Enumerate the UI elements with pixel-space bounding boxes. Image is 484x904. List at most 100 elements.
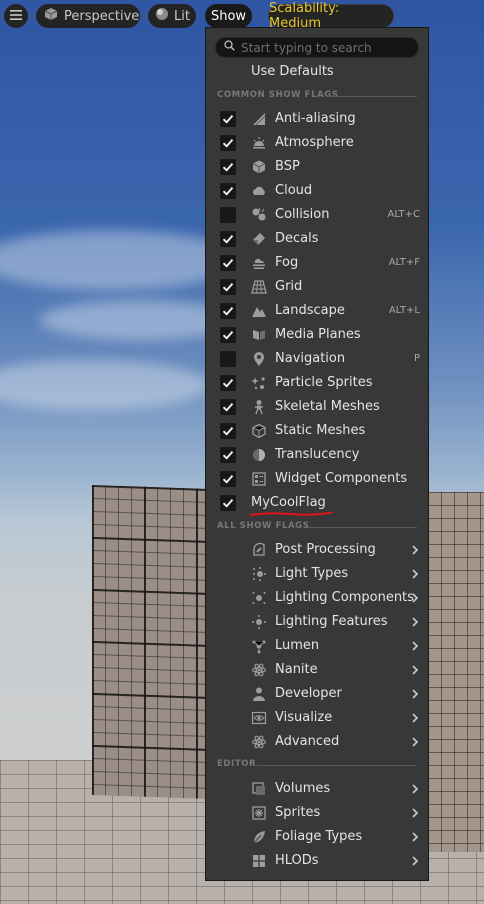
submenu-item-lighting-components[interactable]: Lighting Components <box>206 586 428 610</box>
shortcut-label: ALT+F <box>388 257 420 268</box>
section-editor: EDITOR <box>217 759 417 771</box>
collision-icon <box>251 207 267 223</box>
section-divider <box>307 527 417 528</box>
flag-label: Collision <box>275 207 330 222</box>
sky-cloud <box>0 230 240 290</box>
checkbox-mycoolflag[interactable] <box>220 495 236 511</box>
show-flags-menu: Start typing to search Use Defaults COMM… <box>205 27 429 881</box>
flag-item-particle-sprites[interactable]: Particle Sprites <box>206 371 428 395</box>
chevron-right-icon <box>410 543 420 557</box>
flag-item-translucency[interactable]: Translucency <box>206 443 428 467</box>
fog-icon <box>251 255 267 271</box>
section-label: COMMON SHOW FLAGS <box>217 90 339 100</box>
checkbox-skeletal-meshes[interactable] <box>220 399 236 415</box>
navigation-icon <box>251 351 267 367</box>
shortcut-label: P <box>413 353 420 364</box>
shortcut-label: ALT+L <box>388 305 420 316</box>
flag-item-navigation[interactable]: Navigation P <box>206 347 428 371</box>
flag-label: MyCoolFlag <box>251 495 326 510</box>
visualize-icon <box>251 710 267 726</box>
flag-label: Widget Components <box>275 471 408 486</box>
submenu-label: Visualize <box>275 710 333 725</box>
submenu-label: Foliage Types <box>275 829 363 844</box>
checkbox-fog[interactable] <box>220 255 236 271</box>
translucency-icon <box>251 447 267 463</box>
decals-icon <box>251 231 267 247</box>
checkbox-atmosphere[interactable] <box>220 135 236 151</box>
checkbox-landscape[interactable] <box>220 303 236 319</box>
flag-item-fog[interactable]: Fog ALT+F <box>206 251 428 275</box>
show-label: Show <box>210 8 247 24</box>
submenu-label: Lighting Features <box>275 614 388 629</box>
show-button[interactable]: Show <box>205 4 252 28</box>
chevron-right-icon <box>410 663 420 677</box>
checkbox-bsp[interactable] <box>220 159 236 175</box>
use-defaults-label: Use Defaults <box>251 64 334 79</box>
submenu-item-lighting-features[interactable]: Lighting Features <box>206 610 428 634</box>
post-processing-icon <box>251 542 267 558</box>
submenu-item-hlods[interactable]: HLODs <box>206 849 428 873</box>
grid-icon <box>251 279 267 295</box>
checkbox-cloud[interactable] <box>220 183 236 199</box>
lumen-icon <box>251 638 267 654</box>
flag-item-grid[interactable]: Grid <box>206 275 428 299</box>
flag-item-mycoolflag[interactable]: MyCoolFlag <box>206 491 428 516</box>
flag-item-collision[interactable]: Collision ALT+C <box>206 203 428 227</box>
chevron-right-icon <box>410 591 420 605</box>
search-box[interactable]: Start typing to search <box>215 37 419 58</box>
checkbox-translucency[interactable] <box>220 447 236 463</box>
submenu-label: Developer <box>275 686 342 701</box>
flag-item-landscape[interactable]: Landscape ALT+L <box>206 299 428 323</box>
checkbox-decals[interactable] <box>220 231 236 247</box>
flag-item-skeletal-meshes[interactable]: Skeletal Meshes <box>206 395 428 419</box>
scalability-button[interactable]: Scalability: Medium <box>268 1 394 31</box>
flag-item-bsp[interactable]: BSP <box>206 155 428 179</box>
checkbox-collision[interactable] <box>220 207 236 223</box>
flag-label: Skeletal Meshes <box>275 399 380 414</box>
section-all-show-flags: ALL SHOW FLAGS <box>217 521 417 533</box>
submenu-item-advanced[interactable]: Advanced <box>206 730 428 754</box>
submenu-item-light-types[interactable]: Light Types <box>206 562 428 586</box>
skeletal-meshes-icon <box>251 399 267 415</box>
search-icon <box>224 40 235 55</box>
flag-item-static-meshes[interactable]: Static Meshes <box>206 419 428 443</box>
submenu-item-visualize[interactable]: Visualize <box>206 706 428 730</box>
submenu-item-nanite[interactable]: Nanite <box>206 658 428 682</box>
submenu-label: Volumes <box>275 781 331 796</box>
submenu-item-post-processing[interactable]: Post Processing <box>206 538 428 562</box>
flag-item-atmosphere[interactable]: Atmosphere <box>206 131 428 155</box>
flag-item-cloud[interactable]: Cloud <box>206 179 428 203</box>
checkbox-grid[interactable] <box>220 279 236 295</box>
submenu-item-sprites[interactable]: Sprites <box>206 801 428 825</box>
use-defaults-item[interactable]: Use Defaults <box>206 60 428 84</box>
sprites-icon <box>251 805 267 821</box>
submenu-label: Light Types <box>275 566 349 581</box>
media-planes-icon <box>251 327 267 343</box>
submenu-item-volumes[interactable]: Volumes <box>206 777 428 801</box>
submenu-label: Nanite <box>275 662 318 677</box>
checkbox-anti-aliasing[interactable] <box>220 111 236 127</box>
widget-components-icon <box>251 471 267 487</box>
checkbox-static-meshes[interactable] <box>220 423 236 439</box>
flag-item-decals[interactable]: Decals <box>206 227 428 251</box>
chevron-right-icon <box>410 782 420 796</box>
checkbox-media-planes[interactable] <box>220 327 236 343</box>
submenu-item-foliage-types[interactable]: Foliage Types <box>206 825 428 849</box>
submenu-item-developer[interactable]: Developer <box>206 682 428 706</box>
checkbox-navigation[interactable] <box>220 351 236 367</box>
cube-icon <box>44 7 58 25</box>
flag-item-anti-aliasing[interactable]: Anti-aliasing <box>206 107 428 131</box>
submenu-item-lumen[interactable]: Lumen <box>206 634 428 658</box>
flag-item-media-planes[interactable]: Media Planes <box>206 323 428 347</box>
chevron-right-icon <box>410 687 420 701</box>
viewport-options-button[interactable] <box>4 4 28 28</box>
flag-item-widget-components[interactable]: Widget Components <box>206 467 428 491</box>
bsp-icon <box>251 159 267 175</box>
checkbox-widget-components[interactable] <box>220 471 236 487</box>
chevron-right-icon <box>410 830 420 844</box>
flag-label: Fog <box>275 255 299 270</box>
checkbox-particle-sprites[interactable] <box>220 375 236 391</box>
submenu-label: Lighting Components <box>275 590 414 605</box>
perspective-button[interactable]: Perspective <box>36 4 140 28</box>
view-mode-button[interactable]: Lit <box>148 4 196 28</box>
